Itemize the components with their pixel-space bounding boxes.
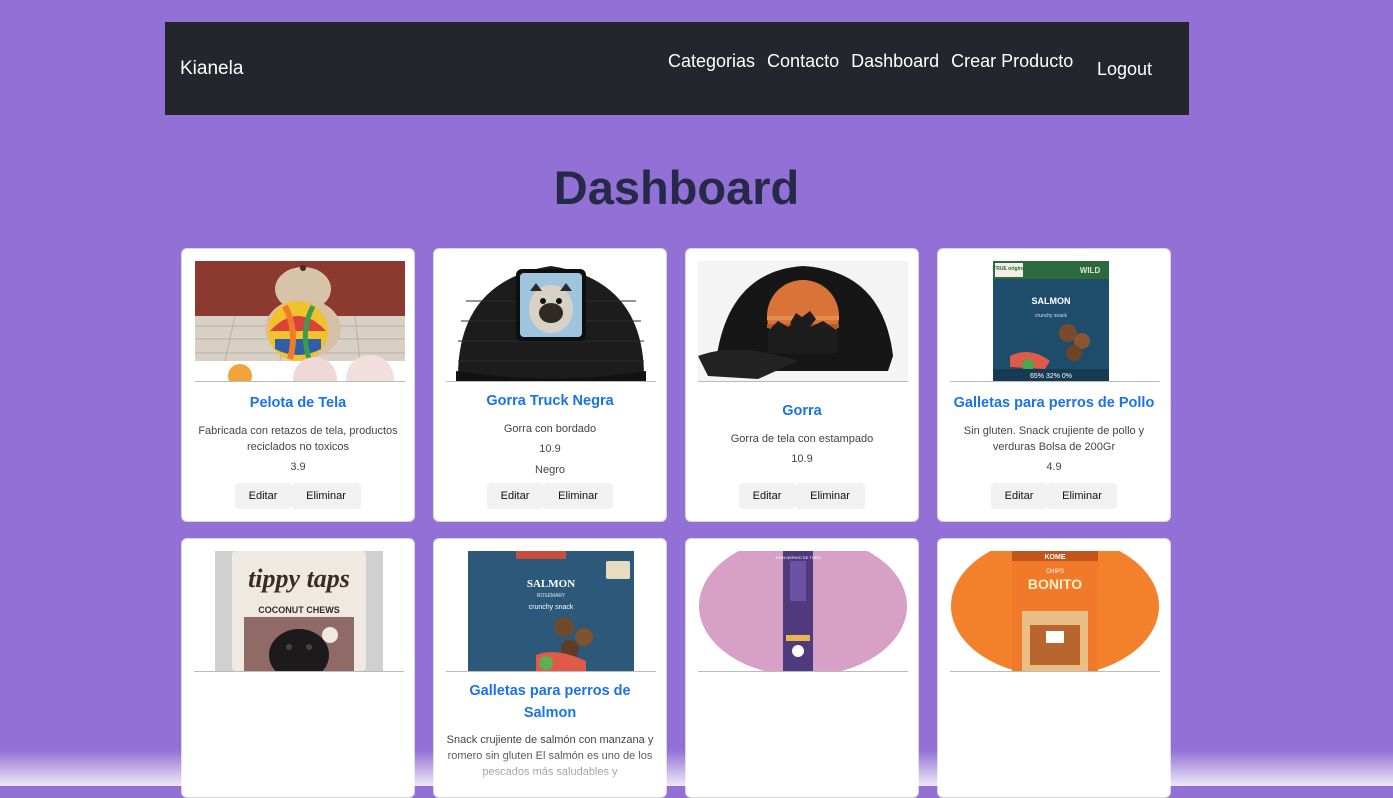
product-card: Gorra Gorra de tela con estampado 10.9 E… (685, 248, 919, 522)
svg-text:TRUE origins: TRUE origins (993, 266, 1025, 272)
svg-text:100% NERVIO DE TORO: 100% NERVIO DE TORO (775, 555, 821, 560)
nav-link-crear-producto[interactable]: Crear Producto (951, 51, 1073, 72)
product-description: Gorra con bordado (503, 423, 597, 435)
nav-link-contacto[interactable]: Contacto (767, 51, 839, 72)
product-image-ball (195, 261, 405, 382)
product-title[interactable]: Galletas para perros de Pollo (944, 392, 1164, 414)
product-price: 4.9 (1046, 461, 1062, 473)
product-image-nervio: 100% NERVIO DE TORO (698, 551, 908, 672)
brand-logo[interactable]: Kianela (180, 58, 243, 80)
product-title[interactable]: Gorra (692, 400, 912, 422)
product-image-truck-cap (446, 261, 656, 382)
edit-button[interactable]: Editar (487, 483, 543, 509)
delete-button[interactable]: Eliminar (291, 483, 361, 509)
product-card: KOME CHIPS BONITO (937, 538, 1171, 798)
delete-button[interactable]: Eliminar (1047, 483, 1117, 509)
product-image-salmon-bag: TRUE origins WILD SALMON crunchy snack 6… (950, 261, 1160, 382)
svg-text:tippy taps: tippy taps (248, 564, 350, 593)
edit-button[interactable]: Editar (739, 483, 795, 509)
product-image-coconut-chews: tippy taps COCONUT CHEWS (194, 551, 404, 672)
product-card: SALMON ROSEMARY crunchy snack Galletas p… (433, 538, 667, 798)
svg-text:SALMON: SALMON (1032, 296, 1071, 306)
product-title[interactable]: Galletas para perros de Salmon (454, 680, 646, 724)
product-title[interactable]: Gorra Truck Negra (440, 390, 660, 412)
product-title[interactable]: Pelota de Tela (188, 392, 408, 414)
product-description: Snack crujiente de salmón con manzana y … (446, 734, 654, 778)
card-actions: Editar Eliminar (182, 483, 414, 509)
product-price: 10.9 (791, 453, 813, 465)
svg-text:KOME: KOME (1045, 554, 1066, 561)
logout-link[interactable]: Logout (1097, 59, 1152, 80)
edit-button[interactable]: Editar (991, 483, 1047, 509)
product-card: 100% NERVIO DE TORO (685, 538, 919, 798)
product-card: TRUE origins WILD SALMON crunchy snack 6… (937, 248, 1171, 522)
card-actions: Editar Eliminar (434, 483, 666, 509)
svg-text:65% 32% 0%: 65% 32% 0% (1030, 373, 1072, 380)
svg-text:ROSEMARY: ROSEMARY (537, 593, 566, 599)
product-card: Gorra Truck Negra Gorra con bordado 10.9… (433, 248, 667, 522)
product-price: 3.9 (290, 461, 306, 473)
nav-link-categorias[interactable]: Categorias (668, 51, 755, 72)
product-description: Fabricada con retazos de tela, productos… (198, 425, 398, 453)
delete-button[interactable]: Eliminar (543, 483, 613, 509)
svg-text:CHIPS: CHIPS (1046, 569, 1064, 575)
card-actions: Editar Eliminar (938, 483, 1170, 509)
product-card: tippy taps COCONUT CHEWS (181, 538, 415, 798)
navbar: Kianela Categorias Contacto Dashboard Cr… (165, 22, 1189, 115)
svg-text:SALMON: SALMON (527, 578, 575, 590)
nav-link-dashboard[interactable]: Dashboard (851, 51, 939, 72)
edit-button[interactable]: Editar (235, 483, 291, 509)
svg-text:WILD: WILD (1080, 266, 1101, 275)
svg-text:COCONUT CHEWS: COCONUT CHEWS (258, 605, 340, 615)
product-image-bonito: KOME CHIPS BONITO (950, 551, 1160, 672)
card-actions: Editar Eliminar (686, 483, 918, 509)
svg-text:crunchy snack: crunchy snack (1035, 313, 1067, 319)
product-image-cap (698, 261, 908, 382)
product-price: 10.9 (539, 443, 561, 455)
product-description: Sin gluten. Snack crujiente de pollo y v… (963, 425, 1145, 453)
page-title: Dashboard (553, 161, 800, 214)
svg-text:BONITO: BONITO (1028, 576, 1082, 592)
delete-button[interactable]: Eliminar (795, 483, 865, 509)
product-card: Pelota de Tela Fabricada con retazos de … (181, 248, 415, 522)
product-color: Negro (535, 464, 565, 476)
product-image-salmon-rosemary: SALMON ROSEMARY crunchy snack (446, 551, 656, 672)
product-description: Gorra de tela con estampado (730, 433, 874, 445)
nav-links: Categorias Contacto Dashboard Crear Prod… (668, 51, 1073, 72)
svg-text:crunchy snack: crunchy snack (529, 604, 574, 611)
